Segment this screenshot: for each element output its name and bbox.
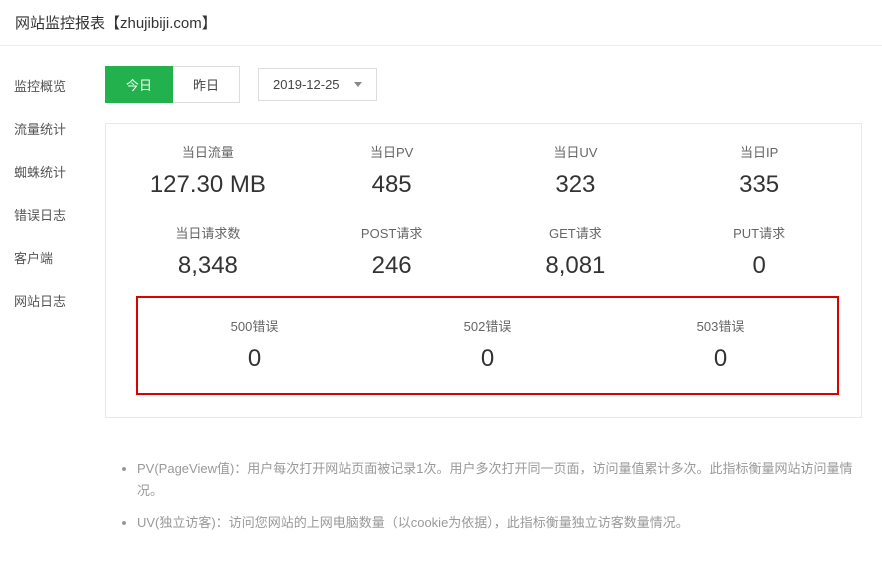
stat-put: PUT请求 0 xyxy=(667,223,851,280)
stat-500: 500错误 0 xyxy=(138,316,371,373)
stat-value: 0 xyxy=(667,252,851,280)
stat-traffic: 当日流量 127.30 MB xyxy=(116,142,300,199)
stat-label: 502错误 xyxy=(371,316,604,335)
sidebar: 监控概览 流量统计 蜘蛛统计 错误日志 客户端 网站日志 xyxy=(0,46,95,564)
stat-label: 当日请求数 xyxy=(116,223,300,242)
tab-yesterday[interactable]: 昨日 xyxy=(173,66,240,103)
stats-card: 当日流量 127.30 MB 当日PV 485 当日UV 323 当日IP 33… xyxy=(105,123,862,418)
stat-post: POST请求 246 xyxy=(300,223,484,280)
date-picker[interactable]: 2019-12-25 xyxy=(258,68,377,101)
chevron-down-icon xyxy=(354,82,362,87)
stat-label: 当日UV xyxy=(484,142,668,161)
note-pv: PV(PageView值)：用户每次打开网站页面被记录1次。用户多次打开同一页面… xyxy=(137,458,862,502)
stat-value: 8,081 xyxy=(484,252,668,280)
stat-value: 323 xyxy=(484,171,668,199)
sidebar-item-sitelog[interactable]: 网站日志 xyxy=(0,279,95,322)
tab-today[interactable]: 今日 xyxy=(105,66,173,103)
stats-row-1: 当日流量 127.30 MB 当日PV 485 当日UV 323 当日IP 33… xyxy=(116,142,851,199)
notes: PV(PageView值)：用户每次打开网站页面被记录1次。用户多次打开同一页面… xyxy=(105,458,862,534)
stat-label: 当日PV xyxy=(300,142,484,161)
page-title: 网站监控报表【zhujibiji.com】 xyxy=(0,0,882,46)
stat-value: 0 xyxy=(371,345,604,373)
main-panel: 今日 昨日 2019-12-25 当日流量 127.30 MB 当日PV 485… xyxy=(95,46,882,564)
stat-label: PUT请求 xyxy=(667,223,851,242)
stat-502: 502错误 0 xyxy=(371,316,604,373)
sidebar-item-spider[interactable]: 蜘蛛统计 xyxy=(0,150,95,193)
sidebar-item-errorlog[interactable]: 错误日志 xyxy=(0,193,95,236)
stat-value: 0 xyxy=(138,345,371,373)
stat-value: 485 xyxy=(300,171,484,199)
stat-value: 0 xyxy=(604,345,837,373)
stat-503: 503错误 0 xyxy=(604,316,837,373)
stat-label: POST请求 xyxy=(300,223,484,242)
stat-requests: 当日请求数 8,348 xyxy=(116,223,300,280)
note-uv: UV(独立访客)：访问您网站的上网电脑数量（以cookie为依据），此指标衡量独… xyxy=(137,512,862,534)
stat-label: 500错误 xyxy=(138,316,371,335)
stat-ip: 当日IP 335 xyxy=(667,142,851,199)
date-tabs: 今日 昨日 2019-12-25 xyxy=(105,66,862,103)
stat-uv: 当日UV 323 xyxy=(484,142,668,199)
stat-value: 335 xyxy=(667,171,851,199)
stat-get: GET请求 8,081 xyxy=(484,223,668,280)
stat-label: 当日IP xyxy=(667,142,851,161)
date-picker-value: 2019-12-25 xyxy=(273,77,340,92)
sidebar-item-client[interactable]: 客户端 xyxy=(0,236,95,279)
stat-label: 当日流量 xyxy=(116,142,300,161)
sidebar-item-overview[interactable]: 监控概览 xyxy=(0,64,95,107)
sidebar-item-traffic[interactable]: 流量统计 xyxy=(0,107,95,150)
stat-pv: 当日PV 485 xyxy=(300,142,484,199)
stats-row-2: 当日请求数 8,348 POST请求 246 GET请求 8,081 PUT请求… xyxy=(116,223,851,280)
stat-label: 503错误 xyxy=(604,316,837,335)
stat-value: 8,348 xyxy=(116,252,300,280)
stat-label: GET请求 xyxy=(484,223,668,242)
stat-value: 127.30 MB xyxy=(116,171,300,199)
error-box: 500错误 0 502错误 0 503错误 0 xyxy=(136,296,839,395)
stat-value: 246 xyxy=(300,252,484,280)
